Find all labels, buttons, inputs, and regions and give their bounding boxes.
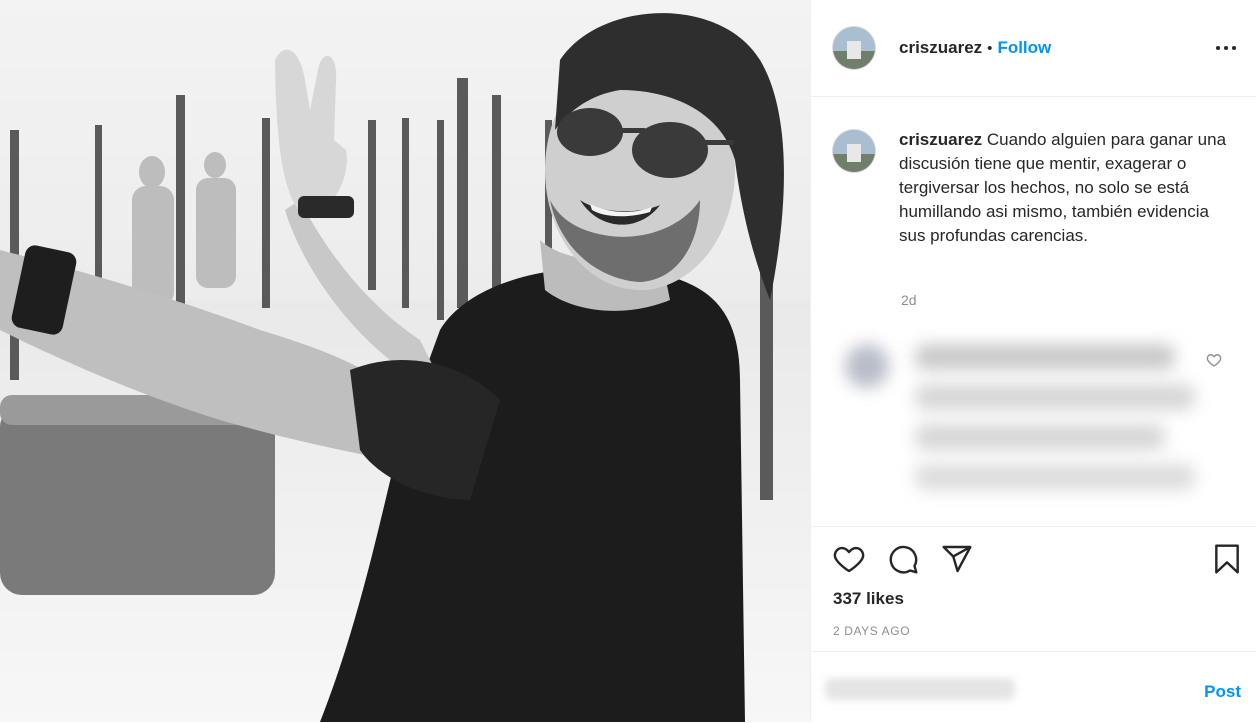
dot [1224,46,1228,50]
blurred-text-line [915,424,1165,450]
blurred-comment [827,322,1223,522]
caption: criszuarez Cuando alguien para ganar una… [833,128,1233,248]
post-photo[interactable] [0,0,810,722]
dot [1216,46,1220,50]
avatar[interactable] [833,27,875,69]
caption-text: criszuarez Cuando alguien para ganar una… [899,128,1229,248]
heart-icon[interactable] [833,543,865,575]
caption-avatar[interactable] [833,130,875,172]
comment-input[interactable] [825,678,1015,700]
photo-illustration [0,0,810,722]
avatar-image [833,27,875,69]
post-comment-button[interactable]: Post [1204,682,1241,702]
post-time[interactable]: 2 DAYS AGO [833,624,910,638]
add-comment-bar: Post [811,651,1256,723]
action-icons [833,543,973,575]
caption-username[interactable]: criszuarez [899,130,982,149]
follow-button[interactable]: Follow [997,38,1051,58]
blurred-text-line [915,384,1195,410]
blurred-avatar [845,344,889,388]
avatar-image [833,130,875,172]
post-sidebar: criszuarez • Follow criszuarez Cuando al… [810,0,1256,722]
username[interactable]: criszuarez [899,38,982,58]
more-options-icon[interactable] [1212,34,1240,62]
bookmark-icon[interactable] [1211,543,1243,575]
likes-count[interactable]: 337 likes [833,589,904,609]
post-actions: 337 likes 2 DAYS AGO Post [811,526,1256,722]
paper-plane-icon[interactable] [941,543,973,575]
comment-bubble-icon[interactable] [887,543,919,575]
blurred-text-line [915,464,1195,490]
comment-like-icon[interactable] [1206,352,1222,368]
caption-age: 2d [901,292,917,308]
blurred-text-line [915,344,1175,370]
instagram-post: criszuarez • Follow criszuarez Cuando al… [0,0,1256,722]
dot [1232,46,1236,50]
post-header: criszuarez • Follow [811,0,1256,97]
separator-dot: • [987,39,993,57]
